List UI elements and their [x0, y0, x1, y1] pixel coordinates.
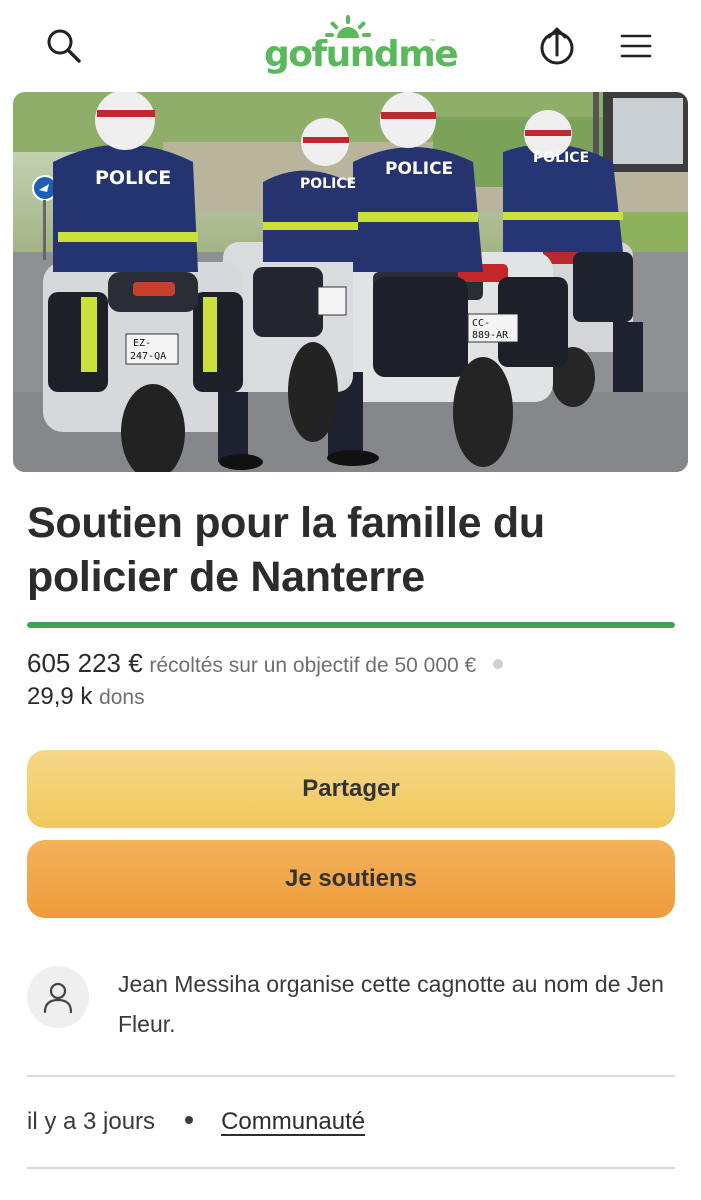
user-icon [43, 982, 73, 1014]
svg-text:EZ-: EZ- [133, 338, 151, 349]
search-icon [47, 29, 81, 63]
logo-trademark: ™ [429, 39, 435, 45]
search-button[interactable] [40, 22, 88, 70]
police-text-1: POLICE [95, 167, 171, 189]
plate-2: 889-AR [472, 330, 509, 341]
police-text-4: POLICE [533, 150, 589, 166]
avatar[interactable] [27, 966, 89, 1028]
share-button[interactable]: Partager [27, 750, 675, 828]
police-text-2: POLICE [300, 176, 356, 192]
divider-bottom [27, 1167, 675, 1169]
plate-1: 247-QA [130, 351, 166, 362]
goal-text: récoltés sur un objectif de 50 000 € [149, 654, 477, 677]
progress-fill [27, 622, 675, 628]
donate-button-label: Je soutiens [284, 865, 418, 892]
category-link[interactable]: Communauté [221, 1108, 365, 1135]
campaign-title-line-1: Soutien pour la famille du [27, 499, 545, 547]
meta-bullet [185, 1115, 194, 1124]
divider-top [27, 1075, 675, 1077]
raised-amount: 605 223 € [27, 648, 143, 678]
police-text-3: POLICE [385, 159, 453, 179]
donations-summary: 29,9 k dons [27, 683, 145, 711]
gofundme-logo[interactable]: gofundme ™ [262, 14, 459, 80]
raised-summary: 605 223 € récoltés sur un objectif de 50… [27, 648, 503, 679]
campaign-title-line-2: policier de Nanterre [27, 553, 425, 601]
police-motorcycles-photo: POLICE CC- 889-AR POLICE POLICE EZ- 247-… [13, 92, 688, 472]
svg-text:CC-: CC- [472, 318, 490, 329]
top-bar: gofundme ™ [0, 0, 701, 92]
donations-label: dons [99, 686, 145, 709]
menu-button[interactable] [612, 22, 660, 70]
share-upload-icon [540, 27, 574, 65]
share-button-label: Partager [302, 775, 400, 802]
separator-dot [492, 658, 503, 669]
organizer-text: Jean Messiha organise cette cagnotte au … [118, 971, 664, 1037]
donations-count: 29,9 k [27, 683, 93, 710]
campaign-title: Soutien pour la famille du policier de N… [27, 496, 677, 604]
menu-icon [620, 34, 652, 58]
organizer-info: Jean Messiha organise cette cagnotte au … [27, 962, 675, 1042]
campaign-photo[interactable]: POLICE CC- 889-AR POLICE POLICE EZ- 247-… [13, 92, 688, 472]
posted-time: il y a 3 jours [27, 1108, 156, 1135]
campaign-meta: il y a 3 jours Communauté [27, 1108, 365, 1136]
progress-bar [27, 622, 675, 628]
donate-button[interactable]: Je soutiens [27, 840, 675, 918]
share-upload-button[interactable] [533, 22, 581, 70]
